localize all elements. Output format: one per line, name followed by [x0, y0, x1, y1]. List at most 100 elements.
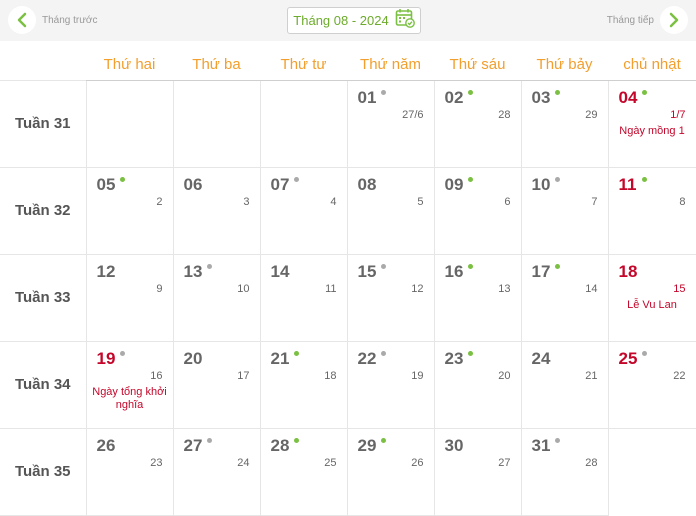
day-cell[interactable]: 18 15 Lễ Vu Lan — [607, 253, 696, 342]
lunar-date: 7 — [591, 195, 598, 208]
solar-date: 02 — [444, 87, 464, 107]
day-cell[interactable]: 21 18 — [259, 340, 348, 429]
day-cell[interactable]: 27 24 — [172, 427, 261, 516]
day-cell[interactable]: 22 19 — [346, 340, 435, 429]
lunar-date: 4 — [330, 195, 337, 208]
day-cell[interactable]: 19 16 Ngày tổng khởi nghĩa — [85, 340, 174, 429]
solar-date: 18 — [618, 261, 638, 281]
week-row: Tuần 32 05 2 06 3 07 4 08 5 09 6 10 7 11 8 — [0, 166, 696, 255]
weekday-header: Thứ ba — [173, 41, 260, 81]
gray-dot-icon — [554, 176, 560, 182]
solar-date: 16 — [444, 261, 464, 281]
event-label: Lễ Vu Lan — [627, 298, 677, 311]
solar-date: 26 — [96, 435, 116, 455]
solar-date: 06 — [183, 174, 203, 194]
solar-date: 22 — [357, 348, 377, 368]
prev-month-label: Tháng trước — [42, 14, 98, 26]
day-cell[interactable]: 20 17 — [172, 340, 261, 429]
event-label: Ngày mồng 1 — [619, 124, 685, 137]
day-cell[interactable]: 02 28 — [433, 79, 522, 168]
current-month-label: Tháng 08 - 2024 — [293, 13, 389, 28]
solar-date: 25 — [618, 348, 638, 368]
week-header-corner — [0, 41, 86, 80]
week-label: Tuần 35 — [0, 427, 87, 516]
day-cell[interactable]: 10 7 — [520, 166, 609, 255]
day-cell[interactable]: 14 11 — [259, 253, 348, 342]
lunar-date: 16 — [150, 369, 163, 382]
day-cell[interactable]: 24 21 — [520, 340, 609, 429]
day-cell[interactable]: 28 25 — [259, 427, 348, 516]
lunar-date: 12 — [411, 282, 424, 295]
green-dot-icon — [554, 263, 560, 269]
day-cell[interactable]: 03 29 — [520, 79, 609, 168]
solar-date: 27 — [183, 435, 203, 455]
gray-dot-icon — [119, 350, 125, 356]
day-cell[interactable]: 13 10 — [172, 253, 261, 342]
day-cell[interactable]: 05 2 — [85, 166, 174, 255]
solar-date: 31 — [531, 435, 551, 455]
day-cell[interactable]: 15 12 — [346, 253, 435, 342]
next-month-button[interactable]: Tháng tiếp — [601, 6, 688, 34]
solar-date: 29 — [357, 435, 377, 455]
lunar-date: 26 — [411, 456, 424, 469]
chevron-left-icon — [8, 6, 36, 34]
solar-date: 08 — [357, 174, 377, 194]
day-cell[interactable]: 11 8 — [607, 166, 696, 255]
solar-date: 01 — [357, 87, 377, 107]
green-dot-icon — [641, 176, 647, 182]
day-cell[interactable]: 26 23 — [85, 427, 174, 516]
prev-month-button[interactable]: Tháng trước — [8, 6, 104, 34]
day-cell[interactable]: 07 4 — [259, 166, 348, 255]
day-cell[interactable]: 08 5 — [346, 166, 435, 255]
lunar-date: 15 — [673, 282, 686, 295]
solar-date: 17 — [531, 261, 551, 281]
lunar-date: 13 — [498, 282, 511, 295]
day-cell[interactable]: 12 9 — [85, 253, 174, 342]
green-dot-icon — [293, 437, 299, 443]
week-row: Tuần 31 01 27/6 02 28 03 29 04 1/7 Ngày mồng 1 — [0, 79, 696, 168]
day-cell[interactable]: 09 6 — [433, 166, 522, 255]
weekday-header: Thứ sáu — [434, 41, 521, 81]
lunar-date: 23 — [150, 456, 163, 469]
green-dot-icon — [119, 176, 125, 182]
gray-dot-icon — [206, 437, 212, 443]
day-cell[interactable]: 01 27/6 — [346, 79, 435, 168]
week-row: Tuần 34 19 16 Ngày tổng khởi nghĩa 20 17 21 18 2… — [0, 340, 696, 429]
lunar-date: 20 — [498, 369, 511, 382]
month-picker[interactable]: Tháng 08 - 2024 — [287, 7, 421, 34]
calendar-body: Tuần 31 01 27/6 02 28 03 29 04 1/7 Ngày mồng 1 Tuầ… — [0, 79, 696, 516]
solar-date: 30 — [444, 435, 464, 455]
next-month-label: Tháng tiếp — [606, 14, 654, 26]
solar-date: 15 — [357, 261, 377, 281]
empty-day-cell — [172, 79, 261, 168]
solar-date: 05 — [96, 174, 116, 194]
week-row: Tuần 35 26 23 27 24 28 25 29 26 30 27 31 28 — [0, 427, 696, 516]
gray-dot-icon — [554, 437, 560, 443]
solar-date: 28 — [270, 435, 290, 455]
day-cell[interactable]: 23 20 — [433, 340, 522, 429]
solar-date: 23 — [444, 348, 464, 368]
lunar-date: 19 — [411, 369, 424, 382]
lunar-date: 8 — [679, 195, 686, 208]
lunar-date: 27 — [498, 456, 511, 469]
day-cell[interactable]: 16 13 — [433, 253, 522, 342]
lunar-date: 21 — [585, 369, 598, 382]
green-dot-icon — [467, 350, 473, 356]
day-cell[interactable]: 29 26 — [346, 427, 435, 516]
week-label: Tuần 34 — [0, 340, 87, 429]
day-cell[interactable]: 06 3 — [172, 166, 261, 255]
day-cell[interactable]: 25 22 — [607, 340, 696, 429]
solar-date: 24 — [531, 348, 551, 368]
day-cell[interactable]: 30 27 — [433, 427, 522, 516]
lunar-date: 18 — [324, 369, 337, 382]
day-cell[interactable]: 31 28 — [520, 427, 609, 516]
lunar-date: 22 — [673, 369, 686, 382]
empty-day-cell — [85, 79, 174, 168]
lunar-date: 28 — [585, 456, 598, 469]
day-cell[interactable]: 04 1/7 Ngày mồng 1 — [607, 79, 696, 168]
day-cell[interactable]: 17 14 — [520, 253, 609, 342]
gray-dot-icon — [293, 176, 299, 182]
solar-date: 04 — [618, 87, 638, 107]
week-label: Tuần 31 — [0, 79, 87, 168]
lunar-date: 25 — [324, 456, 337, 469]
